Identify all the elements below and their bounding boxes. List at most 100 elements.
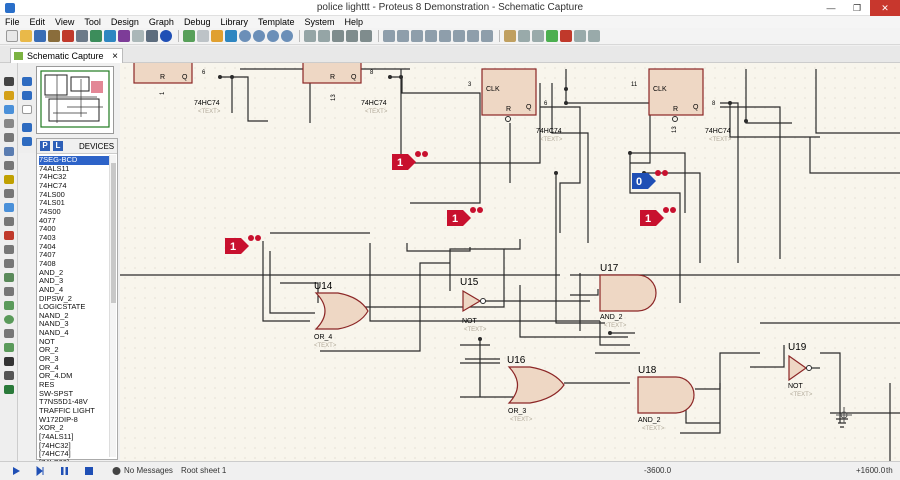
- zoom-all-icon[interactable]: [267, 30, 279, 42]
- make-device-icon[interactable]: [453, 30, 465, 42]
- rotate-clockwise-icon[interactable]: [22, 77, 32, 86]
- graph-icon[interactable]: [4, 203, 14, 212]
- schematic-icon[interactable]: [76, 30, 88, 42]
- grid-icon[interactable]: [197, 30, 209, 42]
- menu-view[interactable]: View: [50, 16, 79, 28]
- menu-library[interactable]: Library: [215, 16, 253, 28]
- help-icon[interactable]: [160, 30, 172, 42]
- source-code-icon[interactable]: [146, 30, 158, 42]
- virtual-instruments-icon[interactable]: [4, 273, 14, 282]
- close-project-icon[interactable]: [48, 30, 60, 42]
- pause-icon[interactable]: [60, 466, 69, 476]
- main-toolbar: [0, 28, 900, 45]
- bom-icon[interactable]: [132, 30, 144, 42]
- mirror-x-icon[interactable]: [22, 123, 32, 132]
- arc-2d-icon[interactable]: [4, 329, 14, 338]
- library-manager-button[interactable]: L: [53, 141, 63, 151]
- pan-icon[interactable]: [225, 30, 237, 42]
- subcircuit-icon[interactable]: [4, 161, 14, 170]
- decompose-icon[interactable]: [481, 30, 493, 42]
- zoom-area-icon[interactable]: [281, 30, 293, 42]
- new-sheet-icon[interactable]: [546, 30, 558, 42]
- component-mode-icon[interactable]: [4, 91, 14, 100]
- origin-icon[interactable]: [211, 30, 223, 42]
- symbol-2d-icon[interactable]: [4, 371, 14, 380]
- voltage-probe-icon[interactable]: [4, 245, 14, 254]
- text-2d-icon[interactable]: [4, 357, 14, 366]
- block-rotate-icon[interactable]: [411, 30, 423, 42]
- block-delete-icon[interactable]: [425, 30, 437, 42]
- pick-devices-button[interactable]: P: [40, 141, 50, 151]
- packaging-tool-icon[interactable]: [467, 30, 479, 42]
- menu-graph[interactable]: Graph: [144, 16, 179, 28]
- pick-device-icon[interactable]: [439, 30, 451, 42]
- box-2d-icon[interactable]: [4, 301, 14, 310]
- search-tag-icon[interactable]: [518, 30, 530, 42]
- messages-status[interactable]: No Messages: [124, 466, 173, 475]
- zoom-in-icon[interactable]: [239, 30, 251, 42]
- gerber-icon[interactable]: [104, 30, 116, 42]
- menu-edit[interactable]: Edit: [25, 16, 51, 28]
- save-icon[interactable]: [34, 30, 46, 42]
- rotate-anticlockwise-icon[interactable]: [22, 91, 32, 100]
- scrollbar-thumb[interactable]: [111, 163, 116, 303]
- play-icon[interactable]: [12, 466, 21, 476]
- open-folder-icon[interactable]: [20, 30, 32, 42]
- menu-debug[interactable]: Debug: [179, 16, 216, 28]
- paste-icon[interactable]: [360, 30, 372, 42]
- schematic-canvas[interactable]: Q R 1 6 74HC74 <TEXT> Q R 13 8 74HC74 <T…: [120, 63, 900, 461]
- selection-mode-icon[interactable]: [4, 77, 14, 86]
- menu-template[interactable]: Template: [253, 16, 300, 28]
- marker-2d-icon[interactable]: [4, 385, 14, 394]
- cut-icon[interactable]: [332, 30, 344, 42]
- schematic-drawing[interactable]: Q R 1 6 74HC74 <TEXT> Q R 13 8 74HC74 <T…: [120, 63, 900, 461]
- generator-icon[interactable]: [4, 231, 14, 240]
- step-icon[interactable]: [36, 466, 45, 476]
- minimize-button[interactable]: —: [818, 0, 844, 16]
- mode-toolbar: [0, 63, 18, 461]
- menu-file[interactable]: File: [0, 16, 25, 28]
- tab-close-button[interactable]: ×: [112, 51, 118, 62]
- block-copy-icon[interactable]: [383, 30, 395, 42]
- menu-help[interactable]: Help: [340, 16, 369, 28]
- menu-system[interactable]: System: [300, 16, 340, 28]
- undo-icon[interactable]: [304, 30, 316, 42]
- buses-icon[interactable]: [4, 147, 14, 156]
- device-pins-icon[interactable]: [4, 189, 14, 198]
- property-assignment-icon[interactable]: [532, 30, 544, 42]
- menu-tool[interactable]: Tool: [79, 16, 106, 28]
- line-2d-icon[interactable]: [4, 287, 14, 296]
- maximize-button[interactable]: ❐: [844, 0, 870, 16]
- block-move-icon[interactable]: [397, 30, 409, 42]
- menu-design[interactable]: Design: [106, 16, 144, 28]
- gate-u19-type: NOT: [788, 383, 804, 390]
- tape-recorder-icon[interactable]: [4, 217, 14, 226]
- new-file-icon[interactable]: [6, 30, 18, 42]
- design-explorer-icon[interactable]: [118, 30, 130, 42]
- electrical-rule-check-icon[interactable]: [588, 30, 600, 42]
- mirror-y-icon[interactable]: [22, 137, 32, 146]
- tab-schematic-capture[interactable]: Schematic Capture ×: [10, 48, 123, 63]
- redo-icon[interactable]: [318, 30, 330, 42]
- circle-2d-icon[interactable]: [4, 315, 14, 324]
- refresh-icon[interactable]: [183, 30, 195, 42]
- zoom-out-icon[interactable]: [253, 30, 265, 42]
- status-bar: No Messages Root sheet 1 -3600.0 +1600.0…: [0, 461, 900, 480]
- overview-window[interactable]: [36, 66, 114, 134]
- wire-label-icon[interactable]: [4, 119, 14, 128]
- path-2d-icon[interactable]: [4, 343, 14, 352]
- copy-icon[interactable]: [346, 30, 358, 42]
- current-probe-icon[interactable]: [4, 259, 14, 268]
- wire-autorouter-icon[interactable]: [504, 30, 516, 42]
- home-icon[interactable]: [62, 30, 74, 42]
- remove-sheet-icon[interactable]: [560, 30, 572, 42]
- terminals-icon[interactable]: [4, 175, 14, 184]
- junction-dot-icon[interactable]: [4, 105, 14, 114]
- pcb-layout-icon[interactable]: [90, 30, 102, 42]
- exit-to-parent-icon[interactable]: [574, 30, 586, 42]
- device-list-scrollbar[interactable]: [109, 155, 116, 457]
- text-script-icon[interactable]: [4, 133, 14, 142]
- close-button[interactable]: ✕: [870, 0, 900, 16]
- rotation-angle-field[interactable]: [22, 105, 32, 114]
- stop-icon[interactable]: [84, 466, 93, 476]
